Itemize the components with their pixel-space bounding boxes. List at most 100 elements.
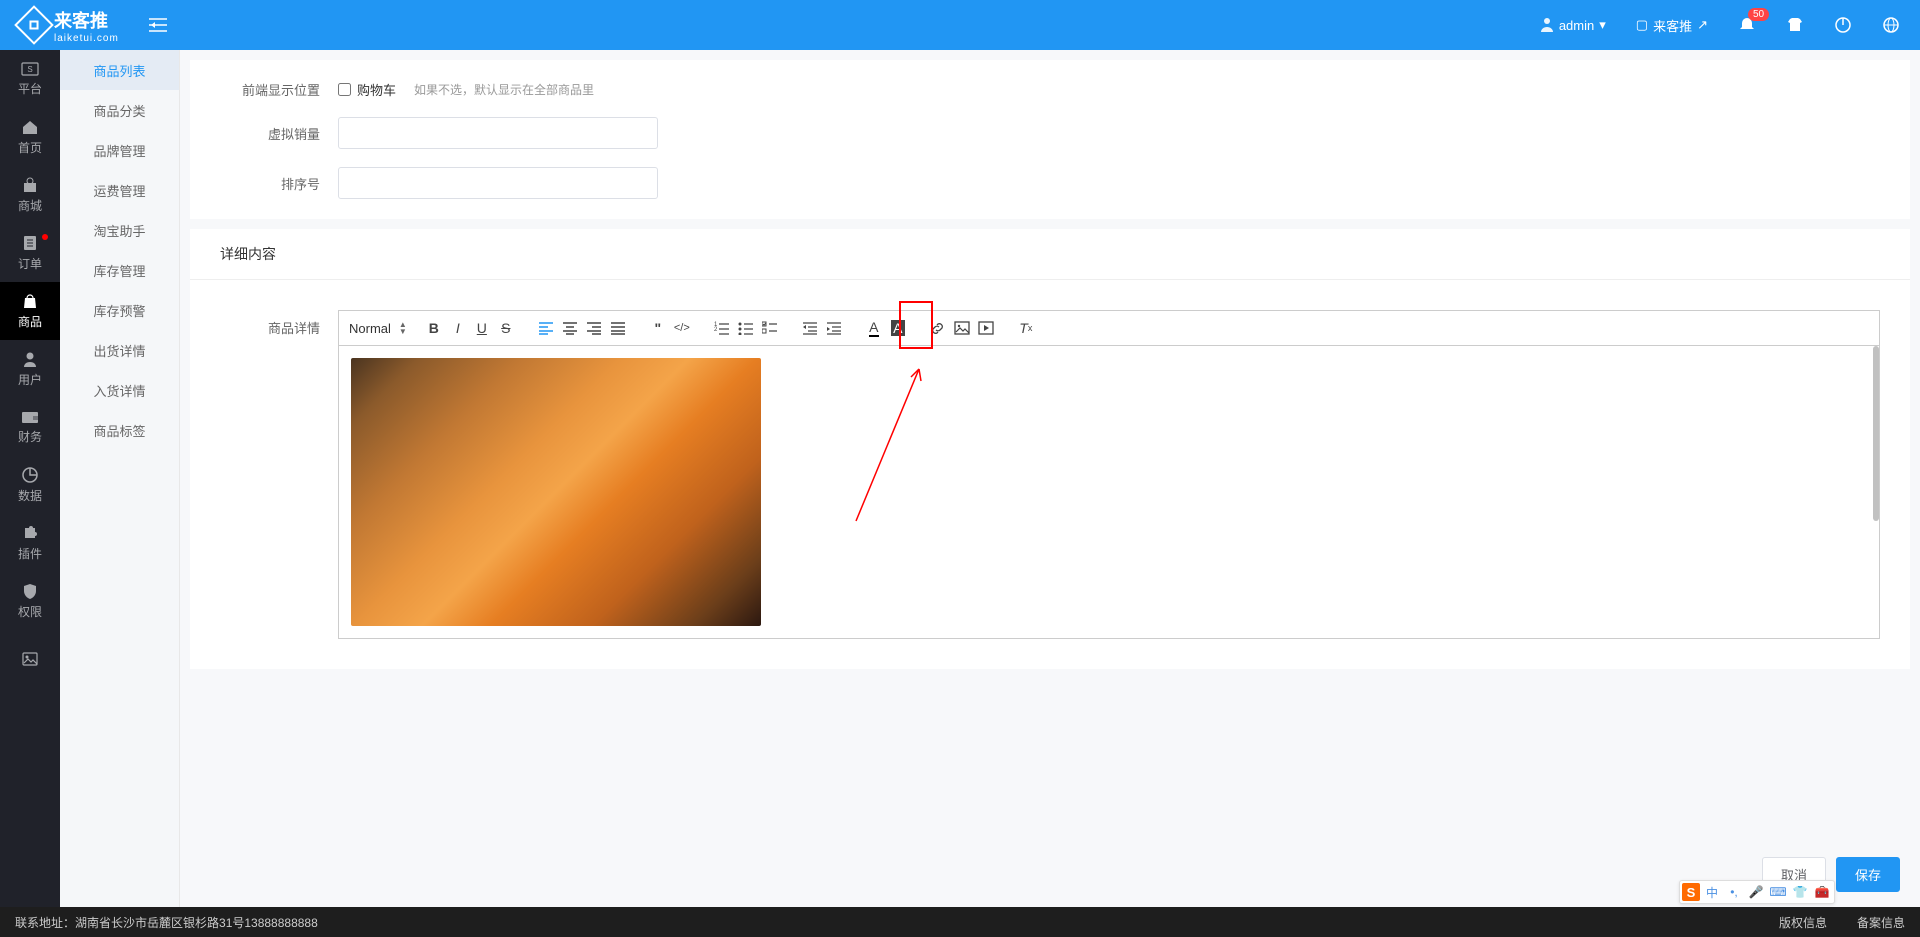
bg-color-icon[interactable]: A (887, 317, 909, 339)
link-icon[interactable] (927, 317, 949, 339)
outdent-icon[interactable] (799, 317, 821, 339)
chevron-down-icon: ▾ (1599, 17, 1606, 33)
subnav-inbound[interactable]: 入货详情 (60, 370, 179, 410)
ime-toolbar[interactable]: S 中 •, 🎤 ⌨ 👕 🧰 (1679, 880, 1835, 904)
format-select[interactable]: Normal (349, 321, 391, 336)
inserted-product-image[interactable] (351, 358, 761, 626)
checklist-icon[interactable] (759, 317, 781, 339)
subnav-brand[interactable]: 品牌管理 (60, 130, 179, 170)
brand-name: 来客推 (54, 7, 119, 33)
nav-finance[interactable]: 财务 (0, 398, 60, 456)
sidebar-toggle-icon[interactable] (149, 18, 167, 32)
virtual-sales-input[interactable] (338, 117, 658, 149)
video-icon[interactable] (975, 317, 997, 339)
notification-bell[interactable]: 50 (1738, 16, 1756, 34)
nav-permissions[interactable]: 权限 (0, 572, 60, 630)
shield-icon (23, 583, 37, 599)
shirt-icon[interactable] (1786, 16, 1804, 34)
hub-link[interactable]: ▢ 来客推 ↗ (1636, 16, 1708, 35)
quote-icon[interactable]: " (647, 317, 669, 339)
editor-scrollbar[interactable] (1873, 346, 1879, 521)
nav-products[interactable]: 商品 (0, 282, 60, 340)
subnav-category[interactable]: 商品分类 (60, 90, 179, 130)
main-content: 前端显示位置 购物车 如果不选，默认显示在全部商品里 虚拟销量 排序号 详细内容… (180, 50, 1920, 907)
user-icon (23, 351, 37, 367)
globe-icon[interactable] (1882, 16, 1900, 34)
external-icon: ↗ (1697, 17, 1708, 33)
admin-dropdown[interactable]: admin ▾ (1540, 17, 1606, 33)
form-section: 前端显示位置 购物车 如果不选，默认显示在全部商品里 虚拟销量 排序号 (190, 60, 1910, 219)
subnav-product-list[interactable]: 商品列表 (60, 50, 179, 90)
italic-icon[interactable]: I (447, 317, 469, 339)
nav-data[interactable]: 数据 (0, 456, 60, 514)
nav-label: 权限 (18, 603, 42, 620)
screen-icon: ▢ (1636, 17, 1648, 33)
ime-mic-icon[interactable]: 🎤 (1746, 885, 1766, 899)
ime-skin-icon[interactable]: 👕 (1790, 885, 1810, 899)
bullet-list-icon[interactable] (735, 317, 757, 339)
detail-section-title: 详细内容 (190, 229, 1910, 280)
align-center-icon[interactable] (559, 317, 581, 339)
insert-image-icon[interactable] (951, 317, 973, 339)
image-icon (22, 652, 38, 666)
nav-users[interactable]: 用户 (0, 340, 60, 398)
nav-label: 商品 (18, 313, 42, 330)
nav-orders[interactable]: 订单 (0, 224, 60, 282)
align-left-icon[interactable] (535, 317, 557, 339)
primary-sidebar: S 平台 首页 商城 订单 商品 用户 财务 数据 (0, 50, 60, 907)
nav-home[interactable]: 首页 (0, 108, 60, 166)
subnav-inventory[interactable]: 库存管理 (60, 250, 179, 290)
nav-plugins[interactable]: 插件 (0, 514, 60, 572)
subnav-shipment[interactable]: 出货详情 (60, 330, 179, 370)
power-icon[interactable] (1834, 16, 1852, 34)
sort-input[interactable] (338, 167, 658, 199)
subnav-tags[interactable]: 商品标签 (60, 410, 179, 450)
page-footer: 联系地址： 湖南省长沙市岳麓区银杉路31号13888888888 版权信息 备案… (0, 907, 1920, 937)
editor-content-area[interactable] (339, 346, 1879, 638)
ime-lang[interactable]: 中 (1702, 884, 1722, 901)
align-right-icon[interactable] (583, 317, 605, 339)
nav-label: 平台 (18, 80, 42, 97)
copyright-link[interactable]: 版权信息 (1779, 914, 1827, 931)
save-button[interactable]: 保存 (1836, 857, 1900, 892)
footer-address-value: 湖南省长沙市岳麓区银杉路31号13888888888 (75, 914, 318, 931)
cart-checkbox-input[interactable] (338, 83, 351, 96)
brand-logo[interactable]: 来客推 laiketui.com (20, 7, 119, 44)
admin-label: admin (1559, 18, 1594, 33)
text-color-icon[interactable]: A (863, 317, 885, 339)
ime-keyboard-icon[interactable]: ⌨ (1768, 885, 1788, 899)
editor-toolbar: Normal ▲▼ B I U S (339, 311, 1879, 346)
puzzle-icon (22, 525, 38, 541)
ime-toolbox-icon[interactable]: 🧰 (1812, 885, 1832, 899)
display-hint: 如果不选，默认显示在全部商品里 (414, 81, 594, 98)
virtual-sales-label: 虚拟销量 (220, 124, 320, 143)
notification-badge: 50 (1748, 8, 1769, 21)
ime-punct-icon[interactable]: •, (1724, 885, 1744, 899)
svg-text:2: 2 (714, 327, 718, 333)
ordered-list-icon[interactable]: 12 (711, 317, 733, 339)
list-icon (23, 235, 37, 251)
card-icon: S (21, 62, 39, 76)
nav-mall[interactable]: 商城 (0, 166, 60, 224)
subnav-stock-alert[interactable]: 库存预警 (60, 290, 179, 330)
align-justify-icon[interactable] (607, 317, 629, 339)
nav-platform[interactable]: S 平台 (0, 50, 60, 108)
strike-icon[interactable]: S (495, 317, 517, 339)
nav-label: 财务 (18, 428, 42, 445)
clear-format-icon[interactable]: Tx (1015, 317, 1037, 339)
cart-label: 购物车 (357, 80, 396, 99)
indent-icon[interactable] (823, 317, 845, 339)
nav-gallery[interactable] (0, 630, 60, 688)
nav-label: 订单 (18, 255, 42, 272)
filing-link[interactable]: 备案信息 (1857, 914, 1905, 931)
nav-label: 用户 (18, 371, 42, 388)
underline-icon[interactable]: U (471, 317, 493, 339)
subnav-shipping[interactable]: 运费管理 (60, 170, 179, 210)
bold-icon[interactable]: B (423, 317, 445, 339)
chart-icon (22, 467, 38, 483)
code-icon[interactable]: </> (671, 317, 693, 339)
cart-checkbox[interactable]: 购物车 (338, 80, 396, 99)
hub-label: 来客推 (1653, 16, 1692, 35)
subnav-taobao[interactable]: 淘宝助手 (60, 210, 179, 250)
sogou-logo-icon: S (1682, 883, 1700, 901)
